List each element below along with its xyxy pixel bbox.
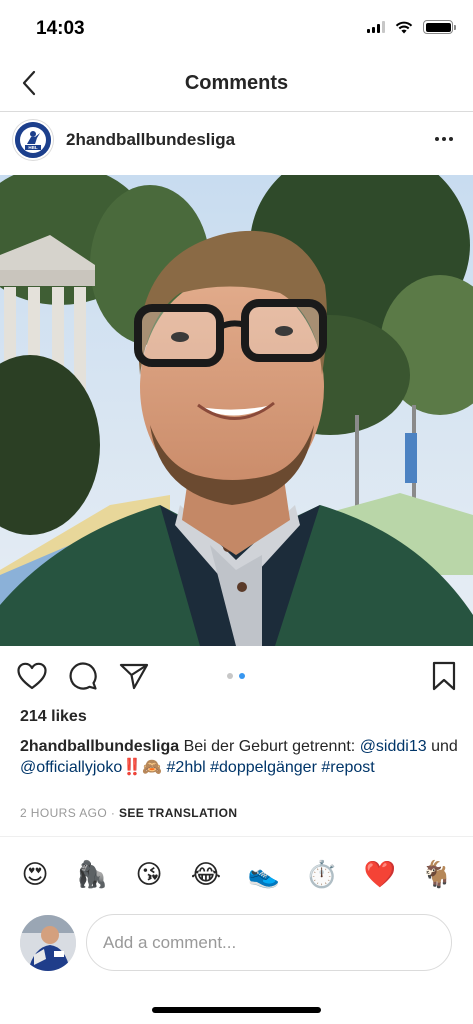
post-image [0,175,473,646]
page-title: Comments [184,72,289,94]
hashtag-link[interactable]: #repost [321,759,374,776]
see-translation-link[interactable]: SEE TRANSLATION [119,806,237,820]
status-time: 14:03 [36,18,85,39]
status-bar: 14:03 [0,0,473,58]
signal-icon [367,21,385,33]
comment-input[interactable] [86,914,452,971]
carousel-indicator [227,673,245,679]
hashtag-link[interactable]: #doppelgänger [210,759,317,776]
share-icon [119,663,149,690]
emoji-gorilla[interactable]: 🦍 [75,858,109,892]
home-indicator[interactable] [152,1007,321,1013]
bookmark-icon [432,661,456,691]
like-button[interactable] [16,660,48,692]
action-bar [0,646,473,706]
caption-text: und [426,738,458,755]
caption-username[interactable]: 2handballbundesliga [20,738,179,755]
more-horizontal-icon [435,137,439,141]
save-button[interactable] [428,660,460,692]
mention-link[interactable]: @siddi13 [360,738,427,755]
post-avatar[interactable]: HBL [13,120,53,160]
emoji-kissing[interactable]: 😘 [132,858,166,892]
post-timestamp: 2 HOURS AGO [20,806,108,820]
post-header: HBL 2handballbundesliga [0,113,473,175]
emoji-red-heart[interactable]: ❤️ [363,858,397,892]
carousel-dot-active [239,673,245,679]
post-meta: 2 HOURS AGO · SEE TRANSLATION [20,806,237,820]
post-photo[interactable] [0,175,473,646]
emoji-laughing[interactable]: 😂 [189,858,223,892]
share-button[interactable] [118,660,150,692]
status-icons [367,20,456,34]
emoji-reaction-bar: 😍 🦍 😘 😂 👟 ⏱️ ❤️ 🐐 [0,856,473,900]
emoji-sneaker[interactable]: 👟 [247,858,281,892]
post-caption: 2handballbundesliga Bei der Geburt getre… [20,737,460,778]
emoji-goat[interactable]: 🐐 [420,858,454,892]
hbl-logo: HBL [15,122,51,158]
emoji-stopwatch[interactable]: ⏱️ [305,858,339,892]
emoji-heart-eyes[interactable]: 😍 [18,858,52,892]
heart-icon [17,662,47,690]
likes-count[interactable]: 214 likes [20,708,87,726]
hashtag-link[interactable]: #2hbl [167,759,206,776]
nav-bar: Comments [0,58,473,112]
post-username[interactable]: 2handballbundesliga [66,130,235,150]
user-avatar-image [20,915,76,971]
divider [0,836,473,837]
caption-text: Bei der Geburt getrennt: [179,738,360,755]
comment-button[interactable] [67,660,99,692]
meta-separator: · [107,806,119,820]
avatar[interactable] [20,915,76,971]
svg-text:HBL: HBL [28,145,37,150]
wifi-icon [395,21,413,33]
comment-icon [69,662,97,690]
mention-link[interactable]: @officiallyjoko [20,759,122,776]
more-options-button[interactable] [431,129,457,149]
carousel-dot [227,673,233,679]
battery-icon [423,20,456,34]
caption-emoji: ‼️🙈 [122,757,163,776]
